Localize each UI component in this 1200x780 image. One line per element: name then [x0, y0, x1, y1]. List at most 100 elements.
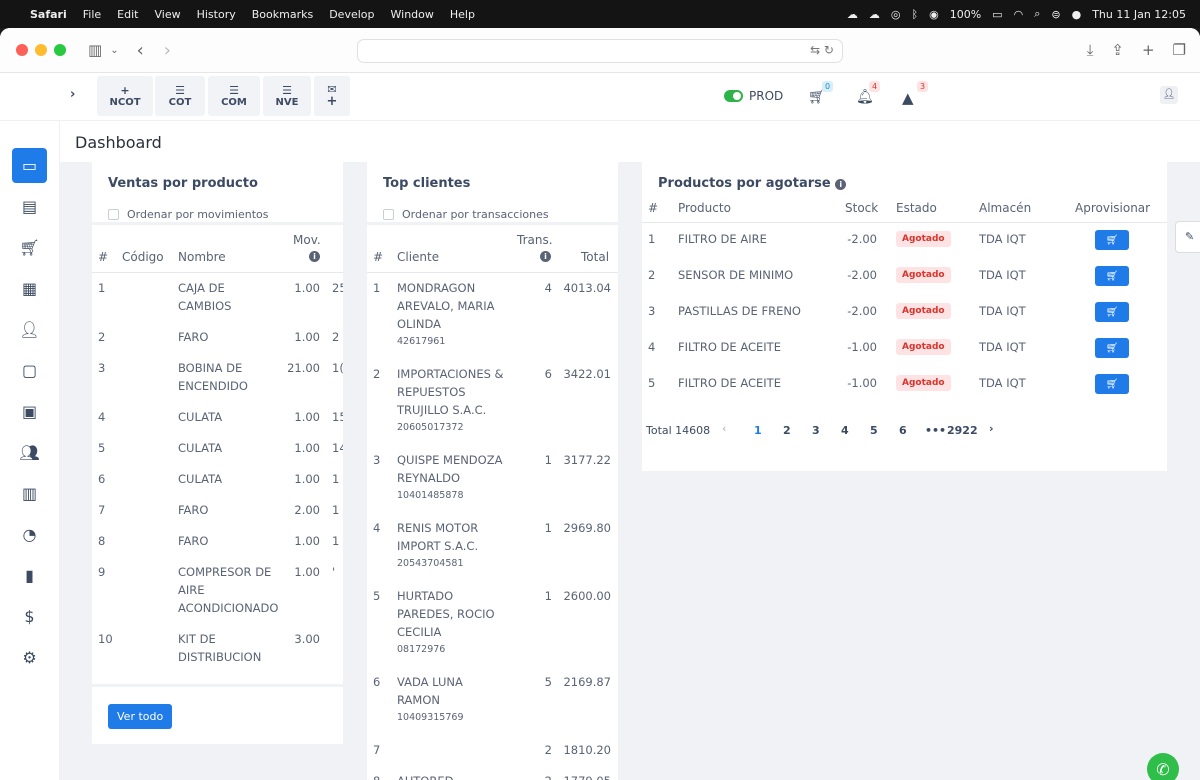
menu-history[interactable]: History [197, 8, 236, 21]
view-all-button[interactable]: Ver todo [108, 704, 173, 729]
env-toggle[interactable]: PROD [724, 89, 783, 103]
spotlight-search-icon[interactable]: ⌕ [1034, 7, 1040, 21]
sidebar-item-documents[interactable]: ▤ [12, 189, 47, 224]
menu-help[interactable]: Help [450, 8, 475, 21]
row-number: 2 [648, 268, 656, 282]
menu-window[interactable]: Window [391, 8, 434, 21]
order-by-transactions-checkbox[interactable]: Ordenar por transacciones [383, 208, 549, 221]
warning-icon[interactable]: ▲ [902, 89, 914, 107]
user-check-icon: 👤︎ [19, 320, 40, 339]
pagination-page-8[interactable]: 2922 [947, 424, 978, 437]
pagination-page-5[interactable]: 5 [870, 424, 878, 437]
whatsapp-icon[interactable]: ✆ [1147, 753, 1179, 780]
sidebar-item-products[interactable]: ▦ [12, 271, 47, 306]
pagination-prev[interactable]: ‹ [722, 422, 726, 435]
address-bar[interactable]: ⇆ ↻ [357, 39, 843, 63]
sidebar-item-sales[interactable]: 🛒︎ [12, 230, 47, 265]
provision-cart-button[interactable]: 🛒︎ [1095, 302, 1129, 322]
brush-icon[interactable]: ✎ [1175, 221, 1200, 253]
env-label: PROD [749, 89, 784, 103]
info-icon[interactable]: i [835, 179, 847, 190]
forward-icon[interactable]: › [164, 40, 171, 61]
cart-badge: 0 [822, 81, 834, 92]
provision-cart-button[interactable]: 🛒︎ [1095, 338, 1129, 358]
sidebar-item-clients[interactable]: 👤︎ [12, 312, 47, 347]
zoom-window-button[interactable] [54, 44, 66, 56]
menu-develop[interactable]: Develop [329, 8, 374, 21]
info-icon[interactable]: i [309, 251, 320, 262]
share-icon[interactable]: ⇪ [1111, 41, 1124, 59]
checkbox-box[interactable] [108, 209, 119, 220]
client-name: MONDRAGON AREVALO, MARIA OLINDA 42617961 [397, 279, 522, 351]
sidebar-item-receipts[interactable]: ▥ [12, 476, 47, 511]
sidebar-item-reports[interactable]: ◔ [12, 517, 47, 552]
pagination-page-4[interactable]: 4 [841, 424, 849, 437]
close-window-button[interactable] [16, 44, 28, 56]
quick-button-cot[interactable]: ☰ COT [155, 76, 205, 116]
row-number: 3 [648, 304, 656, 318]
menu-app-name[interactable]: Safari [30, 8, 67, 21]
tabs-overview-icon[interactable]: ❐ [1173, 41, 1186, 59]
movement-value: 1.00 [294, 441, 320, 455]
pagination-page-2[interactable]: 2 [783, 424, 791, 437]
pagination-page-6[interactable]: 6 [899, 424, 907, 437]
chevron-right-icon[interactable]: › [70, 87, 75, 102]
sidebar-item-users[interactable]: 👥︎ [12, 435, 47, 470]
row-number: 2 [373, 367, 381, 381]
back-icon[interactable]: ‹ [137, 40, 144, 61]
menu-edit[interactable]: Edit [117, 8, 138, 21]
pagination-page-1[interactable]: 1 [754, 424, 762, 437]
movement-value: 1.00 [294, 534, 320, 548]
battery-level[interactable]: 100% [950, 8, 981, 21]
quick-button-mail[interactable]: ✉ + [314, 76, 350, 116]
sidebar-item-inventory[interactable]: ▣ [12, 394, 47, 429]
checkbox-box[interactable] [383, 209, 394, 220]
cloud-icon[interactable]: ☁ [847, 8, 858, 21]
menu-clock[interactable]: Thu 11 Jan 12:05 [1092, 8, 1186, 21]
movement-value: 1.00 [294, 472, 320, 486]
sidebar-item-finance[interactable]: $ [12, 599, 47, 634]
new-tab-icon[interactable]: + [1142, 41, 1155, 59]
product-name: FILTRO DE ACEITE [678, 376, 781, 390]
network-icon[interactable]: ◎ [891, 8, 901, 21]
sidebar-item-stats[interactable]: ▮ [12, 558, 47, 593]
cloud-icon-2[interactable]: ☁ [869, 8, 880, 21]
translate-reload-icon[interactable]: ⇆ ↻ [810, 43, 834, 57]
quick-button-nve[interactable]: ☰ NVE [263, 76, 311, 116]
provision-cart-button[interactable]: 🛒︎ [1095, 374, 1129, 394]
menu-view[interactable]: View [154, 8, 180, 21]
total-value: 1810.20 [563, 743, 611, 757]
sales-by-product-card: Ventas por producto Ordenar por movimien… [92, 162, 343, 744]
chevron-down-icon[interactable]: ⌄ [110, 45, 118, 56]
provision-cart-button[interactable]: 🛒︎ [1095, 266, 1129, 286]
sidebar-item-settings[interactable]: ⚙ [12, 640, 47, 675]
divider [642, 222, 1167, 223]
user-icon[interactable]: 👤︎ [1160, 86, 1178, 104]
minimize-window-button[interactable] [35, 44, 47, 56]
sidebar-toggle-icon[interactable]: ▥ [88, 41, 102, 59]
order-by-movements-checkbox[interactable]: Ordenar por movimientos [108, 208, 269, 221]
info-icon[interactable]: i [540, 251, 551, 262]
product-name-line: DISTRIBUCION [178, 650, 262, 664]
client-name-line: IMPORT S.A.C. [397, 539, 479, 553]
pagination-page-3[interactable]: 3 [812, 424, 820, 437]
menu-file[interactable]: File [83, 8, 101, 21]
user-circle-icon[interactable]: ◉ [929, 8, 939, 21]
control-center-icon[interactable]: ⊜ [1051, 8, 1060, 21]
menu-bookmarks[interactable]: Bookmarks [252, 8, 313, 21]
sidebar-item-dashboard[interactable]: ▭ [12, 148, 47, 183]
toggle-switch[interactable] [724, 90, 743, 102]
pagination-next[interactable]: › [989, 422, 994, 435]
provision-cart-button[interactable]: 🛒︎ [1095, 230, 1129, 250]
quick-button-com[interactable]: ☰ COM [208, 76, 260, 116]
download-icon[interactable]: ⤓ [1087, 41, 1094, 59]
pagination-page-7[interactable]: ••• [925, 424, 946, 437]
document-icon: ▤ [21, 197, 38, 216]
sidebar-item-purchases[interactable]: ▢ [12, 353, 47, 388]
bluetooth-icon[interactable]: ᛒ [912, 8, 919, 21]
truncated-value: 15 [332, 410, 343, 424]
siri-icon[interactable]: ● [1072, 8, 1082, 21]
wifi-icon[interactable]: ◠ [1014, 8, 1024, 21]
list-icon: ☰ [282, 83, 292, 97]
quick-button-ncot[interactable]: + NCOT [97, 76, 153, 116]
